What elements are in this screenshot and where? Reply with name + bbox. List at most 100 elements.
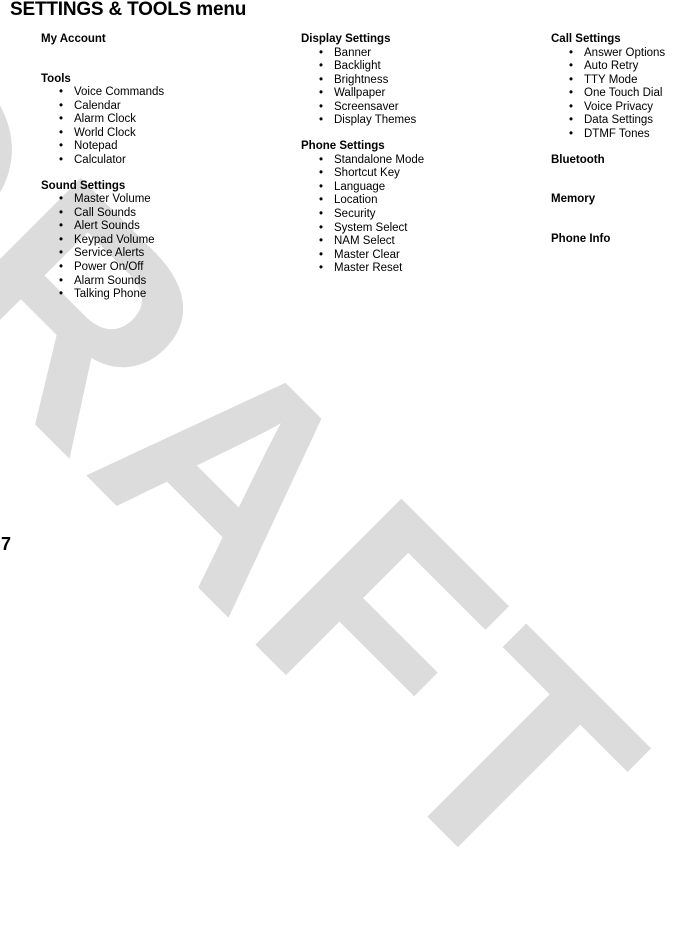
menu-item-label: Keypad Volume	[74, 233, 155, 246]
menu-item[interactable]: • Data Settings	[551, 114, 675, 128]
menu-section: Tools • Voice Commands • Calendar • Alarm Cloc…	[41, 73, 291, 168]
menu-section: Sound Settings • Master Volume • Call Sounds…	[41, 180, 291, 302]
section-header: Memory	[551, 193, 596, 206]
menu-item[interactable]: • Alarm Clock	[41, 113, 291, 127]
menu-item-label: Voice Commands	[74, 86, 165, 98]
section-header: Call Settings	[551, 33, 621, 45]
bullet-icon: •	[569, 73, 574, 86]
bullet-icon: •	[319, 87, 324, 100]
menu-item[interactable]: • Talking Phone	[41, 288, 291, 302]
menu-column-1: My Account Tools • Voice Commands • Calendar •…	[41, 33, 291, 302]
menu-item[interactable]: • Master Volume	[41, 193, 291, 207]
menu-item-label: Alert Sounds	[74, 220, 140, 233]
menu-item[interactable]: • Alarm Sounds	[41, 275, 291, 289]
menu-item-label: Master Reset	[334, 262, 403, 275]
menu-item[interactable]: • TTY Mode	[551, 74, 675, 88]
menu-item-label: Language	[334, 180, 386, 193]
menu-item-label: Standalone Mode	[334, 153, 425, 166]
menu-item[interactable]: • Auto Retry	[551, 60, 675, 74]
menu-item[interactable]: • Keypad Volume	[41, 234, 291, 248]
menu-item-label: Service Alerts	[74, 247, 145, 260]
menu-section: Bluetooth	[551, 154, 675, 168]
bullet-icon: •	[319, 167, 324, 180]
bullet-icon: •	[319, 60, 324, 73]
bullet-icon: •	[319, 114, 324, 127]
menu-item-label: Location	[334, 194, 378, 207]
bullet-icon: •	[59, 86, 64, 98]
menu-item[interactable]: • Banner	[301, 47, 541, 61]
menu-item[interactable]: • Master Clear	[301, 249, 541, 263]
menu-item-label: Screensaver	[334, 100, 399, 113]
menu-item-label: Data Settings	[584, 114, 654, 127]
bullet-icon: •	[59, 247, 64, 260]
bullet-icon: •	[319, 235, 324, 248]
menu-item[interactable]: • Standalone Mode	[301, 154, 541, 168]
section-header: Display Settings	[301, 33, 391, 45]
page-title-main: SETTINGS & TOOLS	[10, 0, 192, 20]
section-header: My Account	[41, 33, 106, 45]
menu-item-label: Alarm Sounds	[74, 274, 147, 287]
menu-item[interactable]: • Voice Commands	[41, 86, 291, 100]
menu-item[interactable]: • Service Alerts	[41, 247, 291, 261]
menu-item-label: Call Sounds	[74, 206, 137, 219]
bullet-icon: •	[569, 114, 574, 127]
menu-item[interactable]: • Power On/Off	[41, 261, 291, 275]
menu-item-label: Notepad	[74, 140, 118, 153]
menu-item[interactable]: • Voice Privacy	[551, 101, 675, 115]
menu-item-label: Shortcut Key	[334, 167, 400, 180]
menu-item-label: Calculator	[74, 153, 126, 166]
menu-section: Display Settings • Banner • Backlight • Bright…	[301, 33, 541, 128]
menu-item[interactable]: • DTMF Tones	[551, 128, 675, 142]
menu-item[interactable]: • Alert Sounds	[41, 220, 291, 234]
menu-item-label: Talking Phone	[74, 288, 147, 301]
bullet-icon: •	[59, 153, 64, 166]
menu-item[interactable]: • Language	[301, 181, 541, 195]
menu-item[interactable]: • Wallpaper	[301, 87, 541, 101]
bullet-icon: •	[319, 207, 324, 220]
bullet-icon: •	[319, 248, 324, 261]
menu-item[interactable]: • World Clock	[41, 127, 291, 141]
bullet-icon: •	[319, 100, 324, 113]
bullet-icon: •	[319, 262, 324, 275]
bullet-icon: •	[319, 194, 324, 207]
page-number: 7	[1, 534, 12, 554]
menu-item[interactable]: • Display Themes	[301, 114, 541, 128]
menu-item[interactable]: • System Select	[301, 222, 541, 236]
menu-item[interactable]: • Shortcut Key	[301, 167, 541, 181]
menu-item-label: Power On/Off	[74, 261, 144, 274]
menu-item[interactable]: • Notepad	[41, 140, 291, 154]
page-title: SETTINGS & TOOLS menu	[10, 0, 246, 21]
section-header: Sound Settings	[41, 179, 126, 192]
menu-item[interactable]: • Backlight	[301, 60, 541, 74]
bullet-icon: •	[59, 113, 64, 126]
menu-section: My Account	[41, 33, 291, 47]
bullet-icon: •	[319, 46, 324, 59]
page-title-sub: menu	[191, 0, 247, 20]
menu-item[interactable]: • Call Sounds	[41, 207, 291, 221]
menu-item[interactable]: • Calculator	[41, 154, 291, 168]
menu-item[interactable]: • Location	[301, 194, 541, 208]
menu-item[interactable]: • Calendar	[41, 100, 291, 114]
menu-item-label: Display Themes	[334, 114, 417, 127]
menu-item-label: One Touch Dial	[584, 87, 663, 100]
bullet-icon: •	[59, 140, 64, 153]
bullet-icon: •	[59, 261, 64, 274]
menu-item-label: Answer Options	[584, 46, 666, 59]
menu-item[interactable]: • Screensaver	[301, 101, 541, 115]
section-header: Tools	[41, 72, 71, 85]
menu-item[interactable]: • Security	[301, 208, 541, 222]
menu-item-label: Backlight	[334, 60, 381, 73]
menu-item-label: Calendar	[74, 99, 121, 112]
menu-item[interactable]: • NAM Select	[301, 235, 541, 249]
section-header: Phone Settings	[301, 140, 385, 153]
menu-item[interactable]: • Brightness	[301, 74, 541, 88]
menu-item[interactable]: • Master Reset	[301, 262, 541, 276]
menu-item-label: Alarm Clock	[74, 113, 136, 126]
bullet-icon: •	[59, 193, 64, 206]
menu-column-3: Call Settings • Answer Options • Auto Retry •…	[551, 33, 675, 272]
menu-item[interactable]: • One Touch Dial	[551, 87, 675, 101]
menu-item[interactable]: • Answer Options	[551, 47, 675, 61]
